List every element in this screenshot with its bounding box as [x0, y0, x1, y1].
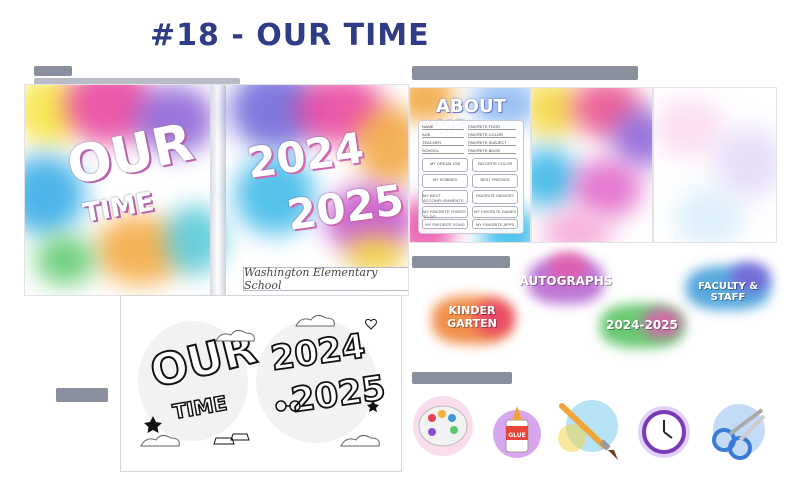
page-title: #18 - OUR TIME [150, 18, 430, 53]
pale-watercolor-page [654, 88, 776, 242]
about-me-field: FAVORITE COLOR [468, 132, 516, 138]
about-me-field: TEACHER [422, 140, 464, 146]
about-me-box: MY DREAM JOB [422, 158, 468, 172]
coloring-section-label [56, 388, 108, 402]
about-me-box: MY BEST ACCOMPLISHMENTS [422, 190, 468, 204]
coloring-page: OUR TIME 2024 2025 [120, 295, 402, 472]
about-me-box: FAVORITE MEMORY [472, 190, 518, 204]
sticker-year: 2024-2025 [592, 298, 692, 354]
about-me-box: MY FAVORITE SONG [422, 219, 468, 229]
about-me-field: AGE [422, 132, 464, 138]
about-me-box: MY FAVORITE APPS [472, 219, 518, 229]
sticker-label: 2024-2025 [606, 318, 678, 332]
paintbrush-icon [552, 398, 628, 462]
scissors-icon [704, 400, 774, 462]
sticker-faculty-staff: FACULTY & STAFF [680, 258, 776, 318]
about-me-box: BEST FRIENDS [472, 174, 518, 188]
watercolor-page [532, 88, 652, 242]
stickers-section-header [412, 256, 510, 268]
about-me-box: FAVORITE COLOR [472, 158, 518, 172]
paint-palette-icon [404, 392, 482, 460]
about-me-box: MY FAVORITE GAMES [472, 206, 518, 218]
about-me-box: MY HOBBIES [422, 174, 468, 188]
sticker-kindergarten: KINDER GARTEN [424, 290, 520, 350]
glue-bottle-icon: GLUE [486, 396, 548, 462]
about-me-field: SCHOOL [422, 148, 464, 154]
cover-section-header [34, 66, 72, 76]
glue-label: GLUE [508, 432, 526, 439]
clipart-section-header [412, 372, 512, 384]
about-me-field: NAME [422, 124, 464, 130]
sticker-label: AUTOGRAPHS [519, 274, 613, 288]
sticker-label: FACULTY & STAFF [698, 281, 758, 303]
yearbook-cover: OUR TIME 2024 2025 Washington Elementary… [25, 85, 408, 295]
pages-section-header [412, 66, 638, 80]
sticker-label: KINDER GARTEN [447, 304, 497, 330]
about-me-field: FAVORITE SUBJECT [468, 140, 516, 146]
clock-icon [632, 400, 696, 464]
cover-year-top: 2024 [244, 123, 367, 188]
about-me-field: FAVORITE BOOK [468, 148, 516, 154]
about-me-field: FAVORITE FOOD [468, 124, 516, 130]
about-me-box: MY FAVORITE THINGS TO DO [422, 206, 468, 219]
cover-school-name: Washington Elementary School [243, 266, 408, 292]
cover-spine [210, 85, 226, 295]
about-me-page: ABOUT ME NAME FAVORITE FOOD AGE FAVORITE… [410, 88, 530, 242]
coloring-illustration: OUR TIME 2024 2025 [138, 314, 389, 447]
